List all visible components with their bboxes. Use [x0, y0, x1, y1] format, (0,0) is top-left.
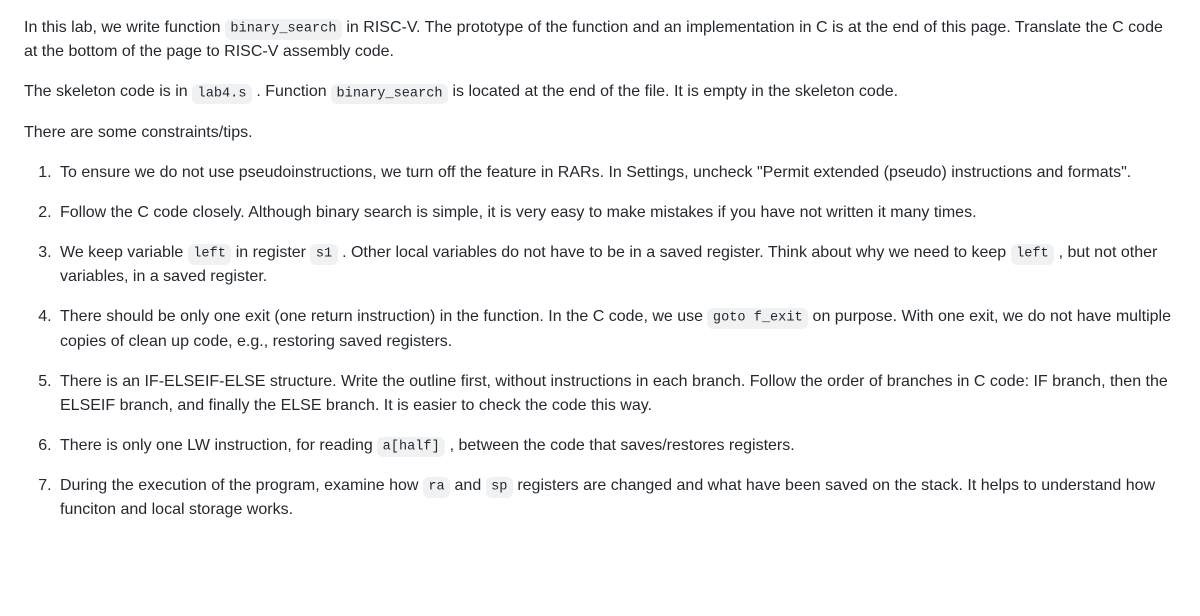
code-s1: s1 [310, 244, 337, 264]
code-lab4s: lab4.s [192, 84, 252, 104]
text-segment: and [450, 477, 486, 494]
text-segment: . Function [252, 83, 331, 100]
list-item: During the execution of the program, exa… [56, 474, 1176, 522]
text-segment: We keep variable [60, 244, 188, 261]
text-segment: There is an IF-ELSEIF-ELSE structure. Wr… [60, 373, 1168, 414]
code-sp: sp [486, 477, 513, 497]
list-item: We keep variable left in register s1 . O… [56, 241, 1176, 289]
list-item: Follow the C code closely. Although bina… [56, 201, 1176, 225]
text-segment: Follow the C code closely. Although bina… [60, 204, 977, 221]
list-item: There is an IF-ELSEIF-ELSE structure. Wr… [56, 370, 1176, 418]
code-left: left [188, 244, 232, 264]
text-segment: There should be only one exit (one retur… [60, 308, 707, 325]
code-ra: ra [423, 477, 450, 497]
intro-paragraph-1: In this lab, we write function binary_se… [24, 16, 1176, 64]
list-item: There should be only one exit (one retur… [56, 305, 1176, 353]
list-item: There is only one LW instruction, for re… [56, 434, 1176, 458]
code-left: left [1011, 244, 1055, 264]
text-segment: To ensure we do not use pseudoinstructio… [60, 164, 1131, 181]
code-goto-fexit: goto f_exit [707, 308, 808, 328]
constraints-list: To ensure we do not use pseudoinstructio… [24, 161, 1176, 523]
text-segment: The skeleton code is in [24, 83, 192, 100]
text-segment: . Other local variables do not have to b… [338, 244, 1011, 261]
code-binary-search: binary_search [225, 19, 342, 39]
intro-paragraph-2: The skeleton code is in lab4.s . Functio… [24, 80, 1176, 104]
intro-paragraph-3: There are some constraints/tips. [24, 121, 1176, 145]
text-segment: , between the code that saves/restores r… [445, 437, 795, 454]
text-segment: in register [231, 244, 310, 261]
list-item: To ensure we do not use pseudoinstructio… [56, 161, 1176, 185]
text-segment: is located at the end of the file. It is… [448, 83, 898, 100]
code-ahalf: a[half] [377, 437, 445, 457]
code-binary-search: binary_search [331, 84, 448, 104]
text-segment: There is only one LW instruction, for re… [60, 437, 377, 454]
text-segment: During the execution of the program, exa… [60, 477, 423, 494]
text-segment: In this lab, we write function [24, 19, 225, 36]
